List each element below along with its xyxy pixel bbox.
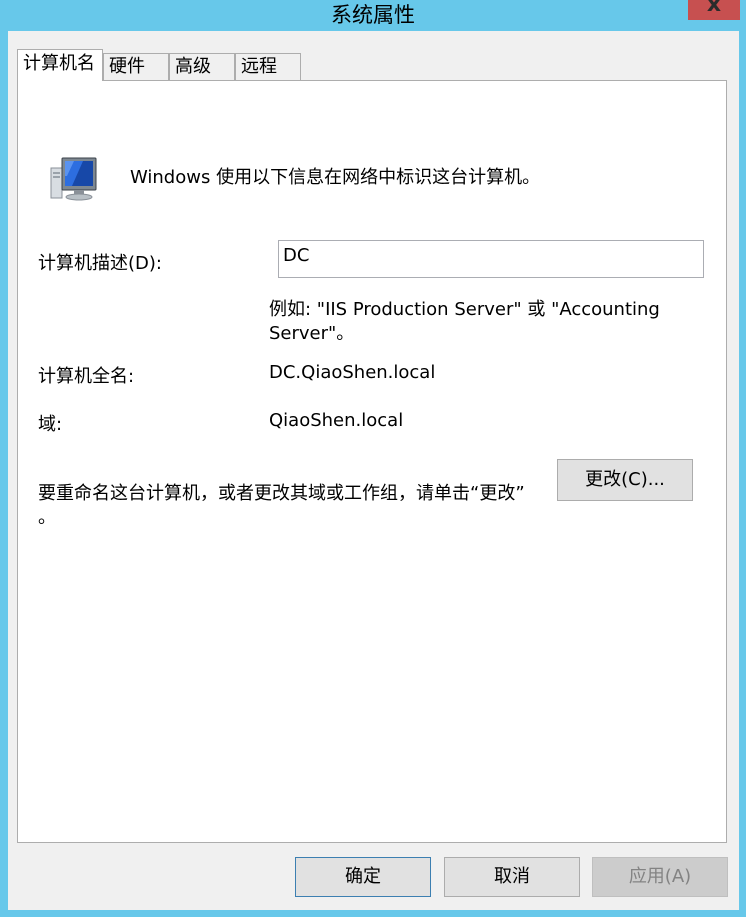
tab-computer-name[interactable]: 计算机名	[17, 49, 103, 81]
window-title: 系统属性	[331, 3, 415, 27]
domain-value: QiaoShen.local	[269, 410, 404, 431]
cancel-button[interactable]: 取消	[444, 857, 580, 897]
dialog-client-area: 计算机名 硬件 高级 远程 Windows 使用以下信息在网络中标识这台计算机。…	[8, 31, 739, 910]
intro-text: Windows 使用以下信息在网络中标识这台计算机。	[130, 167, 541, 188]
tab-page-computer-name: Windows 使用以下信息在网络中标识这台计算机。 计算机描述(D): DC …	[17, 80, 727, 843]
full-computer-name-label: 计算机全名:	[38, 366, 135, 387]
title-bar[interactable]: 系统属性 x	[0, 0, 746, 30]
close-icon: x	[706, 0, 722, 17]
computer-monitor-icon	[50, 157, 97, 201]
domain-label: 域:	[38, 414, 63, 435]
rename-instruction-line2: 。	[38, 507, 56, 528]
tab-advanced[interactable]: 高级	[169, 53, 235, 80]
example-text-line2: Server"。	[269, 323, 355, 344]
system-properties-window: 系统属性 x 计算机名 硬件 高级 远程 Windows 使用以下信息在网络中标…	[0, 0, 746, 917]
ok-button[interactable]: 确定	[295, 857, 431, 897]
computer-description-label: 计算机描述(D):	[38, 253, 162, 274]
close-button[interactable]: x	[688, 0, 740, 20]
apply-button[interactable]: 应用(A)	[592, 857, 728, 897]
tab-hardware[interactable]: 硬件	[103, 53, 169, 80]
change-button[interactable]: 更改(C)...	[557, 459, 693, 501]
full-computer-name-value: DC.QiaoShen.local	[269, 362, 436, 383]
example-text-line1: 例如: "IIS Production Server" 或 "Accountin…	[269, 299, 660, 320]
computer-description-input[interactable]: DC	[278, 240, 704, 278]
tab-remote[interactable]: 远程	[235, 53, 301, 80]
rename-instruction-line1: 要重命名这台计算机，或者更改其域或工作组，请单击“更改”	[38, 483, 525, 504]
